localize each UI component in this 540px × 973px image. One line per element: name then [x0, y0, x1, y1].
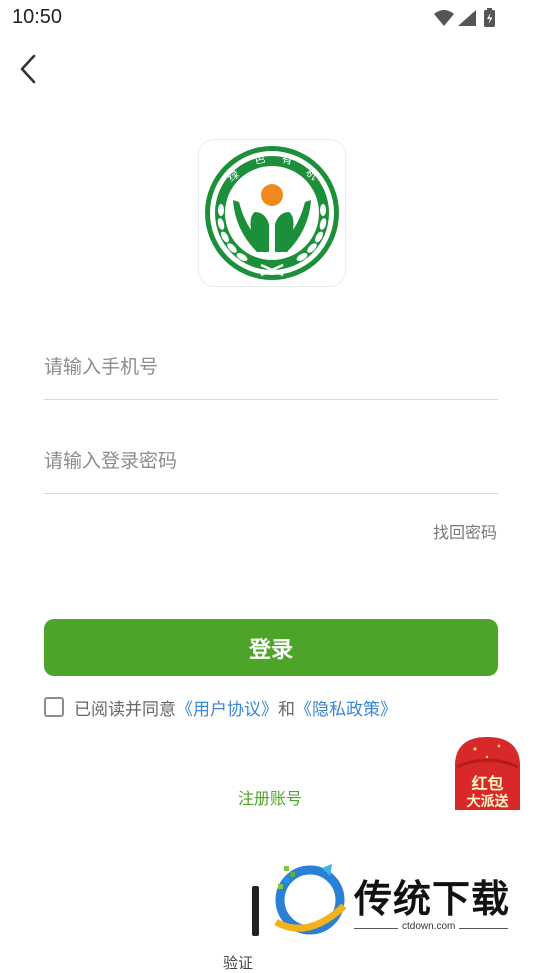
- watermark-url: ctdown.com: [398, 921, 460, 932]
- phone-field[interactable]: [44, 339, 498, 400]
- agreement-prefix: 已阅读并同意: [74, 699, 176, 720]
- watermark-title: 传统下载: [354, 877, 511, 921]
- status-icons: [434, 8, 495, 27]
- watermark-bar: [252, 886, 259, 936]
- battery-icon: [484, 8, 495, 27]
- red-packet-line1: 红包: [471, 774, 503, 793]
- status-time: 10:50: [12, 6, 63, 28]
- privacy-policy-link[interactable]: 《隐私政策》: [295, 695, 397, 720]
- phone-input[interactable]: [44, 347, 498, 387]
- status-bar: 10:50: [0, 0, 540, 36]
- back-button[interactable]: [10, 50, 46, 90]
- chevron-left-icon: [20, 54, 36, 84]
- login-button[interactable]: 登录: [44, 619, 498, 676]
- organic-badge-icon: 绿 色 有 机: [205, 146, 339, 280]
- red-packet-icon: 红包 大派送: [455, 737, 520, 810]
- forgot-password-link[interactable]: 找回密码: [433, 519, 497, 543]
- app-logo: 绿 色 有 机: [198, 139, 346, 287]
- agreement-and: 和: [278, 699, 295, 720]
- agree-checkbox[interactable]: [44, 697, 64, 717]
- password-input[interactable]: [44, 441, 498, 481]
- agreement-row: 已阅读并同意 《用户协议》 和 《隐私政策》: [44, 694, 397, 720]
- watermark-logo-icon: [274, 864, 347, 935]
- red-packet-line2: 大派送: [467, 793, 510, 810]
- password-field[interactable]: [44, 433, 498, 494]
- wifi-icon: [434, 10, 454, 26]
- bottom-partial-text: 验证: [223, 954, 254, 972]
- signal-icon: [458, 10, 476, 26]
- watermark: 传统下载 ctdown.com: [268, 862, 518, 942]
- user-agreement-link[interactable]: 《用户协议》: [176, 695, 278, 720]
- red-packet-badge[interactable]: 红包 大派送: [455, 737, 520, 810]
